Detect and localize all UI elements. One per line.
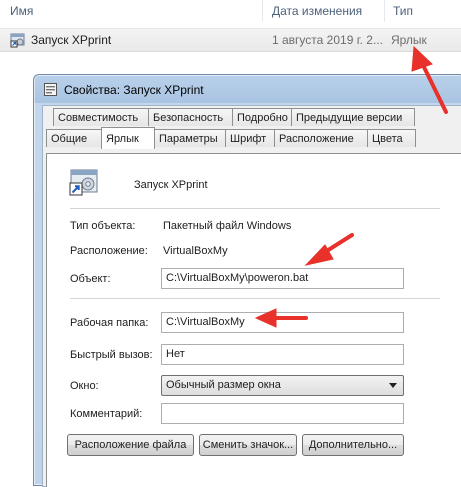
workdir-label: Рабочая папка:	[70, 317, 149, 329]
shortcut-file-icon	[69, 169, 98, 196]
comment-label: Комментарий:	[70, 408, 143, 420]
shortcut-name: Запуск XPprint	[134, 179, 208, 191]
target-label: Объект:	[70, 273, 111, 285]
tab-details[interactable]: Подробно	[232, 108, 292, 126]
location-label: Расположение:	[70, 245, 148, 257]
tab-font[interactable]: Шрифт	[225, 129, 275, 147]
window-mode-value: Обычный размер окна	[166, 379, 281, 391]
window-mode-label: Окно:	[70, 380, 99, 392]
dialog-client: Совместимость Безопасность Подробно Пред…	[42, 105, 461, 487]
workdir-field[interactable]: C:\VirtualBoxMy	[161, 312, 404, 333]
location-value: VirtualBoxMy	[163, 245, 228, 257]
properties-window: Свойства: Запуск XPprint Совместимость Б…	[33, 74, 461, 487]
open-location-button[interactable]: Расположение файла	[67, 434, 194, 456]
comment-field[interactable]	[161, 403, 404, 424]
object-type-label: Тип объекта:	[70, 220, 136, 232]
tab-previous-versions[interactable]: Предыдущие версии	[291, 108, 415, 126]
tab-options[interactable]: Параметры	[154, 129, 226, 147]
title-bar[interactable]: Свойства: Запуск XPprint	[34, 75, 461, 103]
batch-file-icon	[10, 33, 25, 48]
tab-general[interactable]: Общие	[46, 129, 102, 147]
column-name[interactable]: Имя	[10, 4, 33, 18]
advanced-button[interactable]: Дополнительно...	[302, 434, 404, 456]
hotkey-label: Быстрый вызов:	[70, 349, 153, 361]
target-field[interactable]: C:\VirtualBoxMy\poweron.bat	[161, 268, 404, 289]
column-header-bar: Имя Дата изменения Тип	[0, 0, 461, 24]
window-mode-select[interactable]: Обычный размер окна	[161, 375, 404, 396]
shortcut-tab-page: Запуск XPprint Тип объекта: Пакетный фай…	[46, 153, 461, 487]
hotkey-field[interactable]: Нет	[161, 344, 404, 365]
properties-icon	[44, 83, 57, 96]
tab-shortcut[interactable]: Ярлык	[101, 127, 155, 149]
column-type[interactable]: Тип	[393, 4, 413, 18]
column-separator[interactable]	[262, 0, 263, 22]
tab-compatibility[interactable]: Совместимость	[53, 108, 149, 126]
window-title: Свойства: Запуск XPprint	[64, 83, 204, 97]
file-name: Запуск XPprint	[31, 33, 112, 47]
separator	[70, 208, 440, 209]
column-separator[interactable]	[384, 0, 385, 22]
tab-security[interactable]: Безопасность	[148, 108, 233, 126]
change-icon-button[interactable]: Сменить значок...	[199, 434, 297, 456]
file-type: Ярлык	[391, 33, 427, 47]
file-row[interactable]: Запуск XPprint 1 августа 2019 г. 2... Яр…	[0, 28, 461, 52]
tab-layout[interactable]: Расположение	[274, 129, 368, 147]
separator	[70, 298, 440, 299]
column-date[interactable]: Дата изменения	[272, 4, 362, 18]
file-date: 1 августа 2019 г. 2...	[272, 33, 383, 47]
chevron-down-icon	[389, 383, 397, 388]
tab-colors[interactable]: Цвета	[367, 129, 416, 147]
object-type-value: Пакетный файл Windows	[163, 220, 292, 232]
